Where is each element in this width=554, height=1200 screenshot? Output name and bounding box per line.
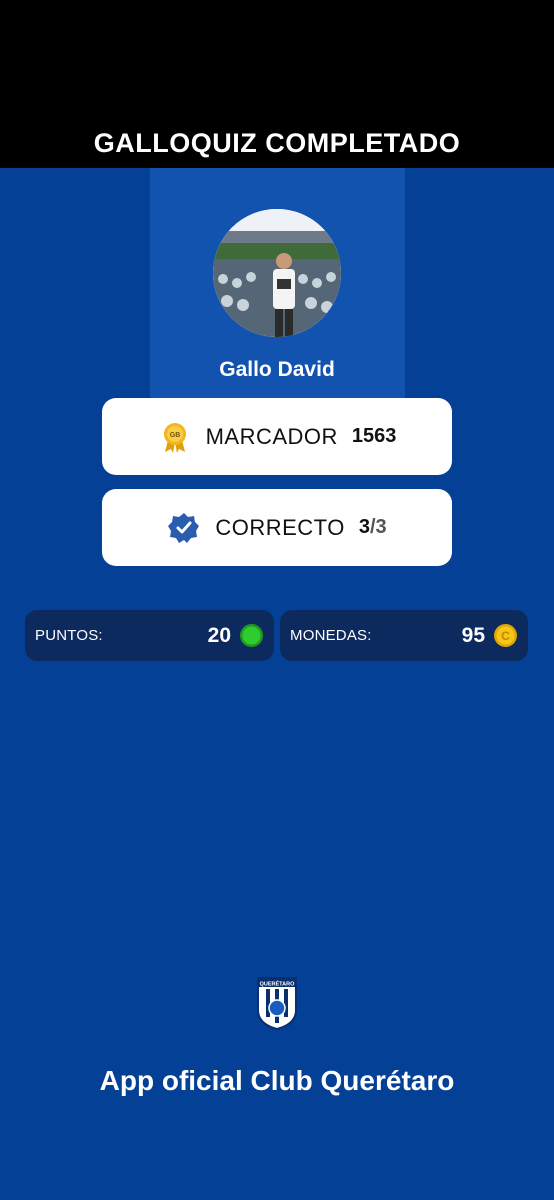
points-pill: PUNTOS: 20: [25, 610, 274, 661]
correct-count: 3: [358, 516, 370, 538]
correct-total: /3: [369, 516, 387, 538]
points-label: PUNTOS:: [35, 627, 103, 644]
coins-label: MONEDAS:: [290, 627, 372, 644]
score-label: MARCADOR: [205, 423, 338, 449]
correct-label: CORRECTO: [215, 514, 345, 540]
coins-pill: MONEDAS: 95 C: [280, 610, 528, 661]
coins-value: 95: [461, 623, 485, 647]
gb-award-icon: GB: [158, 420, 192, 454]
points-value: 20: [207, 623, 231, 647]
user-name: Gallo David: [219, 358, 335, 381]
score-value: 1563: [351, 425, 397, 447]
crest-text: QUERÉTARO: [260, 980, 295, 988]
footer-text: App oficial Club Querétaro: [99, 1065, 455, 1096]
verified-badge-icon: [167, 511, 201, 545]
green-dot-icon: [239, 623, 264, 648]
avatar: [213, 209, 341, 337]
svg-text:C: C: [501, 629, 510, 643]
user-photo-icon: [213, 209, 341, 337]
header-bar: GALLOQUIZ COMPLETADO: [0, 0, 554, 168]
club-crest-icon: QUERÉTARO: [256, 976, 298, 1031]
correct-value: 3/3: [359, 516, 387, 539]
svg-text:GB: GB: [169, 432, 180, 439]
correct-card: CORRECTO 3/3: [102, 489, 452, 566]
coin-icon: C: [493, 623, 518, 648]
score-card: GB MARCADOR 1563: [102, 398, 452, 475]
page-title: GALLOQUIZ COMPLETADO: [93, 128, 461, 158]
